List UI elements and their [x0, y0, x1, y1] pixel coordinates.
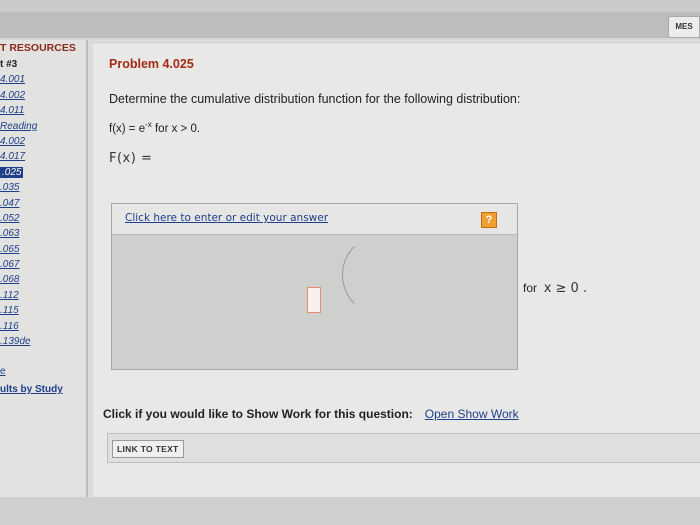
sidebar-item-label: 4.002: [0, 135, 26, 147]
answer-toolbar: Click here to enter or edit your answer …: [112, 204, 517, 235]
sidebar-item-label: .116: [0, 320, 19, 332]
answer-input-placeholder[interactable]: [307, 287, 321, 313]
sidebar: T RESOURCES t #3 4.001 4.002 4.011 Reading 4.…: [0, 40, 88, 525]
link-to-text-button[interactable]: LINK TO TEXT: [112, 440, 184, 458]
cdf-label: F(x) =: [109, 151, 153, 166]
sidebar-item[interactable]: .052: [0, 211, 37, 226]
sidebar-item-label: .025: [0, 166, 24, 178]
open-show-work-link[interactable]: Open Show Work: [425, 407, 519, 421]
sidebar-item-label: t #3: [0, 59, 18, 70]
fx-exponent: -x: [145, 120, 152, 129]
sidebar-item-label: .035: [0, 182, 20, 194]
sidebar-item-label: .052: [0, 212, 20, 224]
sidebar-item[interactable]: 4.001: [0, 72, 37, 87]
sidebar-item[interactable]: .047: [0, 196, 37, 211]
sidebar-item[interactable]: Reading: [0, 119, 37, 134]
sidebar-heading: T RESOURCES: [0, 42, 76, 54]
sidebar-item-label: .047: [0, 197, 20, 209]
fx-suffix: for x > 0.: [151, 122, 201, 135]
sidebar-item[interactable]: 4.002: [0, 88, 37, 103]
sidebar-item: t #3: [0, 57, 37, 72]
help-icon[interactable]: ?: [481, 212, 497, 228]
bottom-bar: [0, 497, 700, 525]
function-definition: f(x) = e-x for x > 0.: [109, 120, 200, 135]
sidebar-item[interactable]: .116: [0, 319, 37, 334]
messages-button[interactable]: MES: [668, 16, 700, 38]
domain-condition: for x ≥ 0 .: [523, 281, 587, 296]
sidebar-item-label: .112: [0, 289, 19, 301]
problem-title: Problem 4.025: [109, 57, 194, 71]
sidebar-item[interactable]: .065: [0, 242, 37, 257]
sidebar-item-label: .063: [0, 228, 20, 240]
sidebar-item-label: .139de: [0, 336, 31, 348]
sidebar-item-label: .115: [0, 305, 19, 317]
fx-prefix: f(x) = e: [109, 122, 146, 135]
sidebar-footer-link[interactable]: ults by Study: [0, 384, 63, 395]
parenthesis-shape: [342, 234, 413, 316]
link-bar: LINK TO TEXT: [107, 433, 700, 463]
question-text: Determine the cumulative distribution fu…: [109, 92, 521, 106]
sidebar-item[interactable]: .025: [0, 165, 37, 180]
sidebar-item-label: 4.002: [0, 89, 26, 101]
show-work-row: Click if you would like to Show Work for…: [103, 407, 519, 421]
sidebar-item[interactable]: 4.017: [0, 149, 37, 164]
answer-editor[interactable]: Click here to enter or edit your answer …: [111, 203, 518, 370]
sidebar-item-label: .067: [0, 259, 20, 271]
sidebar-item-label: 4.001: [0, 74, 26, 86]
sidebar-item-label: .068: [0, 274, 20, 286]
sidebar-item-label: 4.017: [0, 151, 26, 163]
sidebar-item[interactable]: .068: [0, 272, 37, 287]
for-text: for: [523, 281, 538, 295]
edit-answer-link[interactable]: Click here to enter or edit your answer: [125, 212, 328, 224]
top-bar: MES: [0, 0, 700, 40]
sidebar-item[interactable]: .067: [0, 257, 37, 272]
sidebar-item[interactable]: .112: [0, 288, 37, 303]
sidebar-item[interactable]: 4.002: [0, 134, 37, 149]
show-work-prompt: Click if you would like to Show Work for…: [103, 407, 413, 421]
sidebar-list: t #3 4.001 4.002 4.011 Reading 4.002 4.017 .025…: [0, 57, 37, 349]
sidebar-item-label: Reading: [0, 120, 38, 132]
sidebar-item[interactable]: .063: [0, 226, 37, 241]
sidebar-item-label: 4.011: [0, 105, 25, 117]
main-content: Problem 4.025 Determine the cumulative d…: [93, 42, 700, 498]
sidebar-item[interactable]: .035: [0, 180, 37, 195]
sidebar-item[interactable]: 4.011: [0, 103, 37, 118]
top-strip: [0, 12, 700, 38]
sidebar-item[interactable]: .115: [0, 303, 37, 318]
sidebar-item-label: .065: [0, 243, 20, 255]
condition-text: x ≥ 0 .: [543, 281, 588, 296]
sidebar-item[interactable]: .139de: [0, 334, 37, 349]
sidebar-footer-link-e[interactable]: e: [0, 366, 6, 377]
